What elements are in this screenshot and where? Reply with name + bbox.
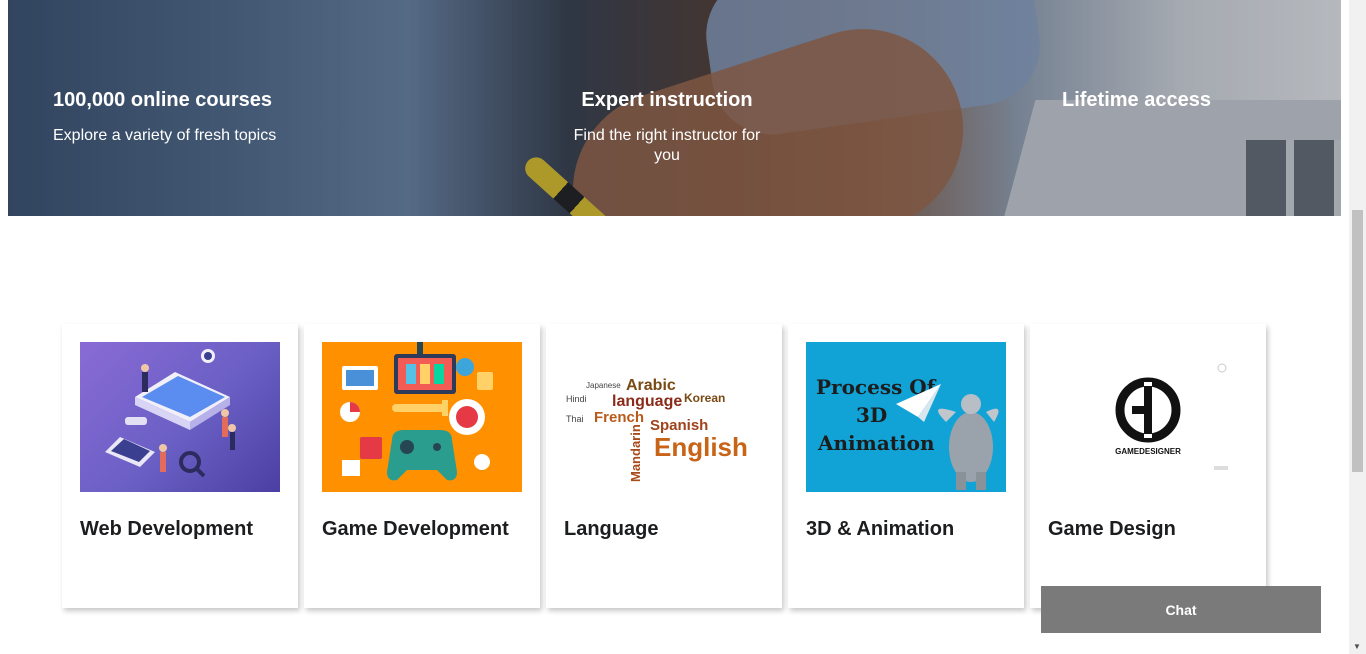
feature-title: Expert instruction <box>581 89 753 111</box>
animation-line-2: 3D <box>856 403 887 427</box>
scroll-down-arrow-icon[interactable]: ▼ <box>1353 642 1361 651</box>
animation-line-3: Animation <box>817 431 935 455</box>
scrollbar-thumb[interactable] <box>1352 210 1363 472</box>
category-card-game-design[interactable]: GAMEDESIGNER Game Design <box>1030 324 1266 608</box>
category-title: 3D & Animation <box>806 518 955 540</box>
category-card-3d-animation[interactable]: Process Of 3D Animation 3D & Animation <box>788 324 1024 608</box>
word-thai: Thai <box>566 414 584 424</box>
feature-title: Lifetime access <box>1062 89 1211 111</box>
gamedesigner-wordmark: GAMEDESIGNER <box>1115 447 1181 456</box>
feature-subtitle: Explore a variety of fresh topics <box>53 127 277 144</box>
word-french: French <box>594 409 644 426</box>
feature-lifetime-access: Lifetime access <box>1062 88 1211 112</box>
feature-online-courses: 100,000 online courses Explore a variety… <box>53 88 276 146</box>
word-mandarin: Mandarin <box>628 424 643 482</box>
feature-subtitle: Find the right instructor for you <box>573 127 761 164</box>
word-english: English <box>654 432 748 462</box>
word-korean: Korean <box>684 391 725 405</box>
chat-button[interactable]: Chat <box>1041 586 1321 633</box>
feature-title: 100,000 online courses <box>53 89 273 111</box>
word-japanese: Japanese <box>586 381 621 390</box>
vertical-scrollbar[interactable]: ▼ <box>1349 0 1366 654</box>
category-card-web-development[interactable]: Web Development <box>62 324 298 608</box>
word-arabic: Arabic <box>626 377 676 394</box>
category-card-language[interactable]: Arabic language French Spanish English M… <box>546 324 782 608</box>
category-title: Language <box>564 518 659 540</box>
game-design-thumbnail: GAMEDESIGNER <box>1048 342 1248 492</box>
3d-animation-thumbnail: Process Of 3D Animation <box>806 342 1006 492</box>
word-language: language <box>612 393 682 410</box>
language-thumbnail: Arabic language French Spanish English M… <box>564 342 764 492</box>
word-hindi: Hindi <box>566 394 587 404</box>
category-title: Web Development <box>80 518 253 540</box>
game-development-thumbnail <box>322 342 522 492</box>
web-development-thumbnail <box>80 342 280 492</box>
category-title: Game Design <box>1048 518 1176 540</box>
feature-expert-instruction: Expert instruction Find the right instru… <box>561 88 773 166</box>
category-card-game-development[interactable]: Game Development <box>304 324 540 608</box>
category-title: Game Development <box>322 518 509 540</box>
